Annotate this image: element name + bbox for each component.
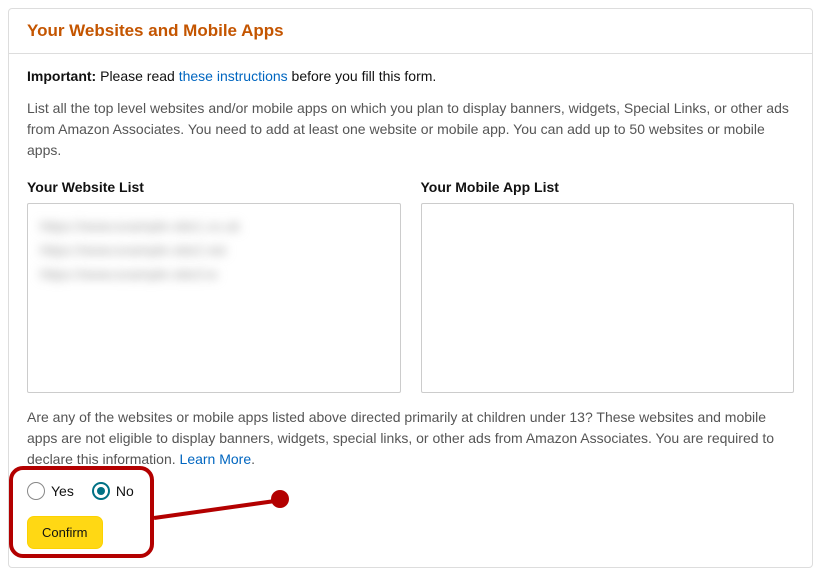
important-text: Important: Please read these instruction… bbox=[27, 68, 794, 84]
radio-group: Yes No bbox=[27, 482, 794, 500]
learn-more-link[interactable]: Learn More bbox=[180, 451, 252, 467]
important-after: before you fill this form. bbox=[288, 68, 437, 84]
radio-yes[interactable]: Yes bbox=[27, 482, 74, 500]
website-list-column: Your Website List https://www.example-si… bbox=[27, 179, 401, 393]
lists-row: Your Website List https://www.example-si… bbox=[27, 179, 794, 393]
mobile-app-list-column: Your Mobile App List bbox=[421, 179, 795, 393]
radio-no-circle bbox=[92, 482, 110, 500]
important-before: Please read bbox=[96, 68, 179, 84]
confirm-button[interactable]: Confirm bbox=[27, 516, 103, 549]
question-text: Are any of the websites or mobile apps l… bbox=[27, 409, 774, 467]
mobile-app-list-label: Your Mobile App List bbox=[421, 179, 795, 195]
list-item: https://www.example-site1.co.uk bbox=[40, 214, 388, 238]
important-label: Important: bbox=[27, 68, 96, 84]
radio-dot-icon bbox=[97, 487, 105, 495]
mobile-app-list-box[interactable] bbox=[421, 203, 795, 393]
description-text: List all the top level websites and/or m… bbox=[27, 98, 794, 161]
children-question: Are any of the websites or mobile apps l… bbox=[27, 407, 794, 470]
instructions-link[interactable]: these instructions bbox=[179, 68, 288, 84]
website-list-label: Your Website List bbox=[27, 179, 401, 195]
websites-apps-card: Your Websites and Mobile Apps Important:… bbox=[8, 8, 813, 568]
annotation-line bbox=[154, 499, 278, 520]
radio-no[interactable]: No bbox=[92, 482, 134, 500]
card-title: Your Websites and Mobile Apps bbox=[27, 21, 794, 41]
radio-yes-label: Yes bbox=[51, 483, 74, 499]
radio-no-label: No bbox=[116, 483, 134, 499]
radio-yes-circle bbox=[27, 482, 45, 500]
list-item: https://www.example-site3.io bbox=[40, 262, 388, 286]
card-body: Important: Please read these instruction… bbox=[9, 54, 812, 567]
card-header: Your Websites and Mobile Apps bbox=[9, 9, 812, 54]
question-after: . bbox=[251, 451, 255, 467]
list-item: https://www.example-site2.net bbox=[40, 238, 388, 262]
website-list-box[interactable]: https://www.example-site1.co.uk https://… bbox=[27, 203, 401, 393]
